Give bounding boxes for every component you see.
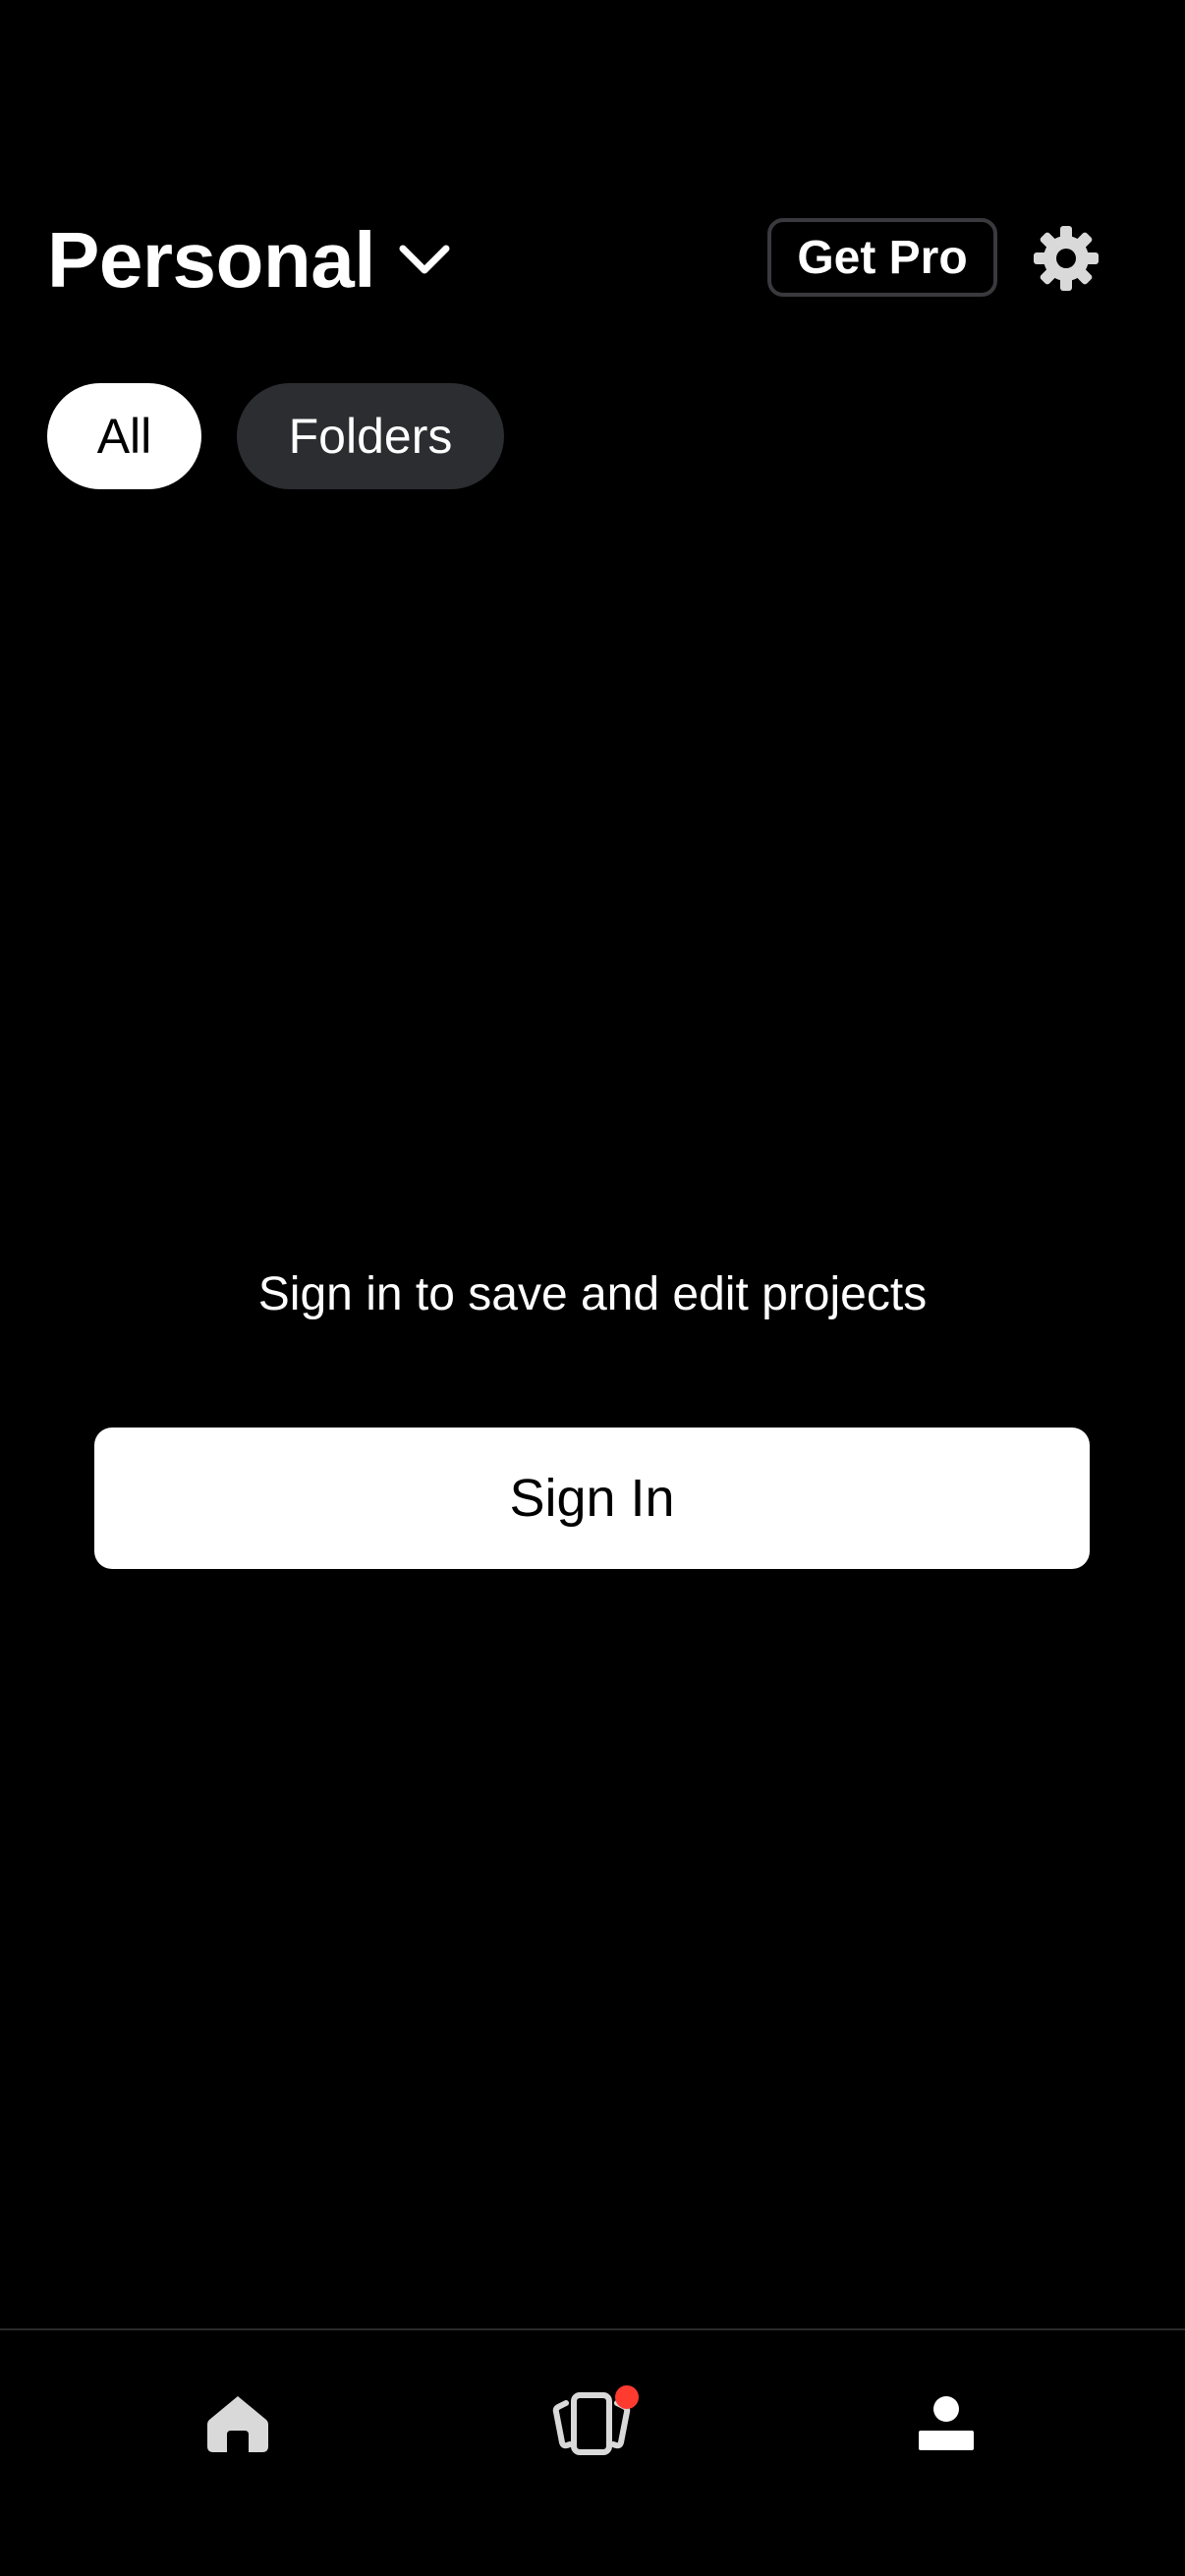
tab-cards[interactable]: [513, 2360, 670, 2488]
get-pro-label: Get Pro: [797, 231, 968, 284]
chip-all[interactable]: All: [47, 383, 201, 489]
home-icon: [207, 2396, 268, 2452]
gear-icon[interactable]: [1032, 224, 1100, 293]
chip-folders[interactable]: Folders: [237, 383, 504, 489]
sign-in-label: Sign In: [509, 1469, 675, 1528]
workspace-switcher[interactable]: Personal: [47, 206, 452, 314]
header: Personal Get Pro: [47, 206, 1138, 314]
workspace-title: Personal: [47, 216, 375, 304]
tab-bar: [0, 2328, 1185, 2576]
profile-icon: [919, 2396, 974, 2450]
sign-in-button[interactable]: Sign In: [94, 1428, 1090, 1569]
empty-state-message: Sign in to save and edit projects: [257, 1268, 928, 1320]
filter-chips: All Folders: [47, 383, 504, 489]
chevron-down-icon: [399, 245, 450, 274]
chip-folders-label: Folders: [288, 409, 453, 464]
chip-all-label: All: [96, 409, 152, 464]
tab-profile[interactable]: [868, 2360, 1025, 2488]
get-pro-button[interactable]: Get Pro: [767, 218, 997, 297]
notification-badge: [615, 2385, 639, 2409]
tab-home[interactable]: [159, 2360, 316, 2488]
